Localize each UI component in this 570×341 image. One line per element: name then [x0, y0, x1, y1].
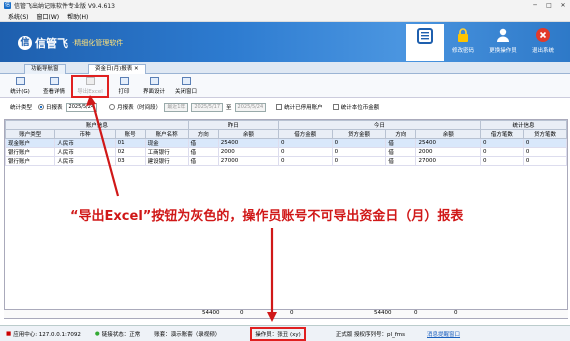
- edition-status: 正式版 授权序列号：pl_fms: [335, 331, 405, 338]
- operator-status: 操作员：张丑 (xy): [250, 326, 306, 341]
- message-window-link[interactable]: 消息提醒窗口: [427, 330, 460, 338]
- connection-icon: ●: [94, 330, 100, 337]
- server-status: 应用中心: 127.0.0.1:7092: [13, 331, 81, 338]
- connection-status: 链接状态：正常: [101, 331, 141, 338]
- status-bar: ■ 应用中心: 127.0.0.1:7092 ● 链接状态：正常 账套：演示账套…: [0, 325, 570, 341]
- annotation-text: “导出Excel”按钮为灰色的，操作员账号不可导出资金日（月）报表: [70, 209, 464, 224]
- server-icon: ■: [6, 330, 12, 337]
- ledger-status: 账套：演示账套（录视频）: [154, 331, 221, 338]
- annotation-arrows: [86, 95, 277, 322]
